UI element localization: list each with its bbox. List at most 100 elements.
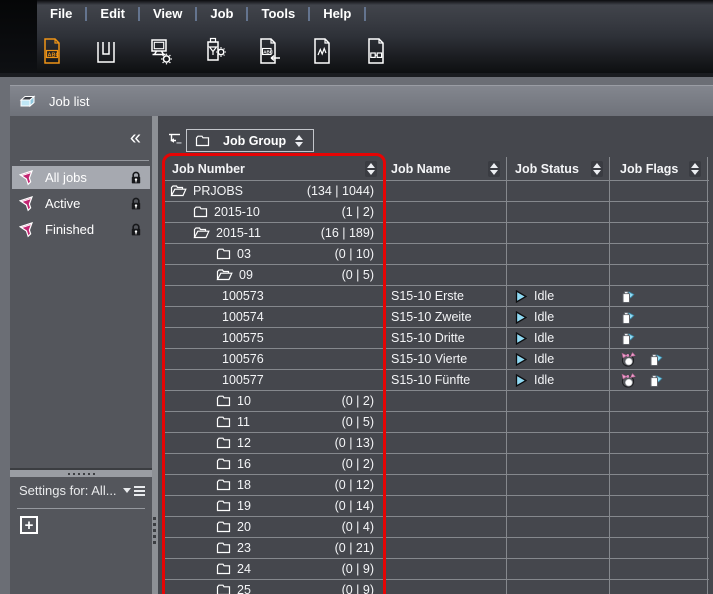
- job-name-cell: S15-10 Fünfte: [383, 370, 506, 390]
- job-status-cell: [506, 202, 609, 222]
- group-row[interactable]: 24(0 | 9): [165, 559, 709, 580]
- group-row[interactable]: 16(0 | 2): [165, 454, 709, 475]
- group-count: (1 | 2): [342, 205, 383, 219]
- job-number-cell: 09(0 | 5): [165, 265, 383, 285]
- group-count: (0 | 4): [342, 520, 383, 534]
- menu-item-edit[interactable]: Edit: [87, 0, 138, 28]
- group-row[interactable]: 2015-10 (1 | 2): [165, 202, 709, 223]
- group-row[interactable]: 09(0 | 5): [165, 265, 709, 286]
- toolbar-button-job-log[interactable]: [306, 33, 337, 69]
- filter-sidebar: « All jobs Active Finished Settings for: A…: [10, 116, 152, 594]
- toolbar-button-output-tray[interactable]: [90, 33, 121, 69]
- svg-text:ABC: ABC: [263, 50, 274, 55]
- menu-item-tools[interactable]: Tools: [248, 0, 308, 28]
- group-row[interactable]: 10(0 | 2): [165, 391, 709, 412]
- job-name: S15-10 Dritte: [391, 331, 465, 345]
- folder-closed-icon: [216, 437, 231, 449]
- column-header-job-flags[interactable]: Job Flags: [609, 157, 708, 180]
- sort-icon[interactable]: [689, 161, 701, 177]
- job-flags-cell: [609, 475, 708, 495]
- group-label: 2015-10: [214, 205, 260, 219]
- folder-closed-icon: [216, 563, 231, 575]
- group-label: 23: [237, 541, 251, 555]
- job-status-cell: [506, 412, 609, 432]
- job-row[interactable]: 100576S15-10 VierteIdle: [165, 349, 709, 370]
- folder-closed-icon: [216, 248, 231, 260]
- folder-open-icon: [193, 227, 210, 239]
- job-status-cell: [506, 181, 609, 201]
- group-row[interactable]: 2015-11(16 | 189): [165, 223, 709, 244]
- sidebar-item-active[interactable]: Active: [12, 192, 150, 215]
- group-row[interactable]: PRJOBS(134 | 1044): [165, 181, 709, 202]
- job-number-cell: 18(0 | 12): [165, 475, 383, 495]
- group-row[interactable]: 03(0 | 10): [165, 244, 709, 265]
- folder-open-icon: [216, 269, 233, 281]
- toolbar-button-linked-jobs[interactable]: [360, 33, 391, 69]
- job-row[interactable]: 100574S15-10 ZweiteIdle: [165, 307, 709, 328]
- menu-item-view[interactable]: View: [140, 0, 195, 28]
- status-idle-icon: [515, 311, 527, 324]
- toolbar-button-import-job[interactable]: ABC: [252, 33, 283, 69]
- sidebar-horizontal-splitter[interactable]: [10, 468, 152, 477]
- job-flags-cell: [609, 496, 708, 516]
- header-divider: [0, 73, 713, 77]
- group-row[interactable]: 20 (0 | 4): [165, 517, 709, 538]
- job-list-icon: ABC: [37, 34, 67, 68]
- job-name-cell: [383, 496, 506, 516]
- job-name-cell: [383, 202, 506, 222]
- job-row[interactable]: 100573S15-10 ErsteIdle: [165, 286, 709, 307]
- job-number-cell: 12(0 | 13): [165, 433, 383, 453]
- menu-separator: [364, 7, 366, 21]
- menu-item-file[interactable]: File: [37, 0, 85, 28]
- job-number-cell: 03(0 | 10): [165, 244, 383, 264]
- group-row[interactable]: 23(0 | 21): [165, 538, 709, 559]
- job-number-cell: 100573: [165, 286, 383, 306]
- job-flags-cell: [609, 223, 708, 243]
- job-status-cell: [506, 475, 609, 495]
- job-group-label: Job Group: [223, 134, 286, 148]
- group-count: (0 | 14): [335, 499, 383, 513]
- menu-item-job[interactable]: Job: [197, 0, 246, 28]
- sidebar-item-all-jobs[interactable]: All jobs: [12, 166, 150, 189]
- add-filter-button[interactable]: +: [20, 516, 38, 534]
- group-count: (0 | 5): [342, 415, 383, 429]
- sidebar-item-finished[interactable]: Finished: [12, 218, 150, 241]
- group-row[interactable]: 11(0 | 5): [165, 412, 709, 433]
- sort-icon[interactable]: [293, 133, 305, 149]
- sort-icon[interactable]: [365, 161, 377, 177]
- settings-dropdown[interactable]: Settings for: All...: [19, 483, 145, 498]
- job-row[interactable]: 100575S15-10 DritteIdle: [165, 328, 709, 349]
- menu-item-help[interactable]: Help: [310, 0, 364, 28]
- group-label: 20: [237, 520, 251, 534]
- toolbar-button-system-settings[interactable]: [144, 33, 175, 69]
- group-row[interactable]: 19(0 | 14): [165, 496, 709, 517]
- group-row[interactable]: 12(0 | 13): [165, 433, 709, 454]
- job-status-cell: [506, 538, 609, 558]
- column-header-job-number[interactable]: Job Number: [165, 157, 383, 180]
- group-row[interactable]: 25(0 | 9): [165, 580, 709, 594]
- panel-title-bar: Job list: [10, 85, 713, 116]
- toolbar-button-device-settings[interactable]: [198, 33, 229, 69]
- job-flags-cell: [609, 580, 708, 594]
- job-row[interactable]: 100577S15-10 FünfteIdle: [165, 370, 709, 391]
- job-group-button[interactable]: Job Group: [186, 129, 314, 152]
- job-number-cell: 100574: [165, 307, 383, 327]
- job-list-panel-icon: [19, 95, 36, 108]
- job-status: Idle: [534, 352, 554, 366]
- folder-closed-icon: [216, 563, 231, 575]
- group-count: (0 | 2): [342, 457, 383, 471]
- group-count: (0 | 2): [342, 394, 383, 408]
- sidebar-collapse-button[interactable]: «: [130, 128, 141, 148]
- sort-icon[interactable]: [591, 161, 603, 177]
- collapse-tree-icon[interactable]: [167, 132, 183, 145]
- job-name-cell: S15-10 Zweite: [383, 307, 506, 327]
- column-header-job-name[interactable]: Job Name: [383, 157, 506, 180]
- column-header-job-status[interactable]: Job Status: [506, 157, 609, 180]
- sort-icon[interactable]: [488, 161, 500, 177]
- folder-closed-icon: [193, 206, 208, 218]
- job-number-cell: 2015-10 (1 | 2): [165, 202, 383, 222]
- toolbar-button-job-list[interactable]: ABC: [36, 33, 67, 69]
- job-status-cell: [506, 265, 609, 285]
- group-row[interactable]: 18(0 | 12): [165, 475, 709, 496]
- job-status-cell: Idle: [506, 307, 609, 327]
